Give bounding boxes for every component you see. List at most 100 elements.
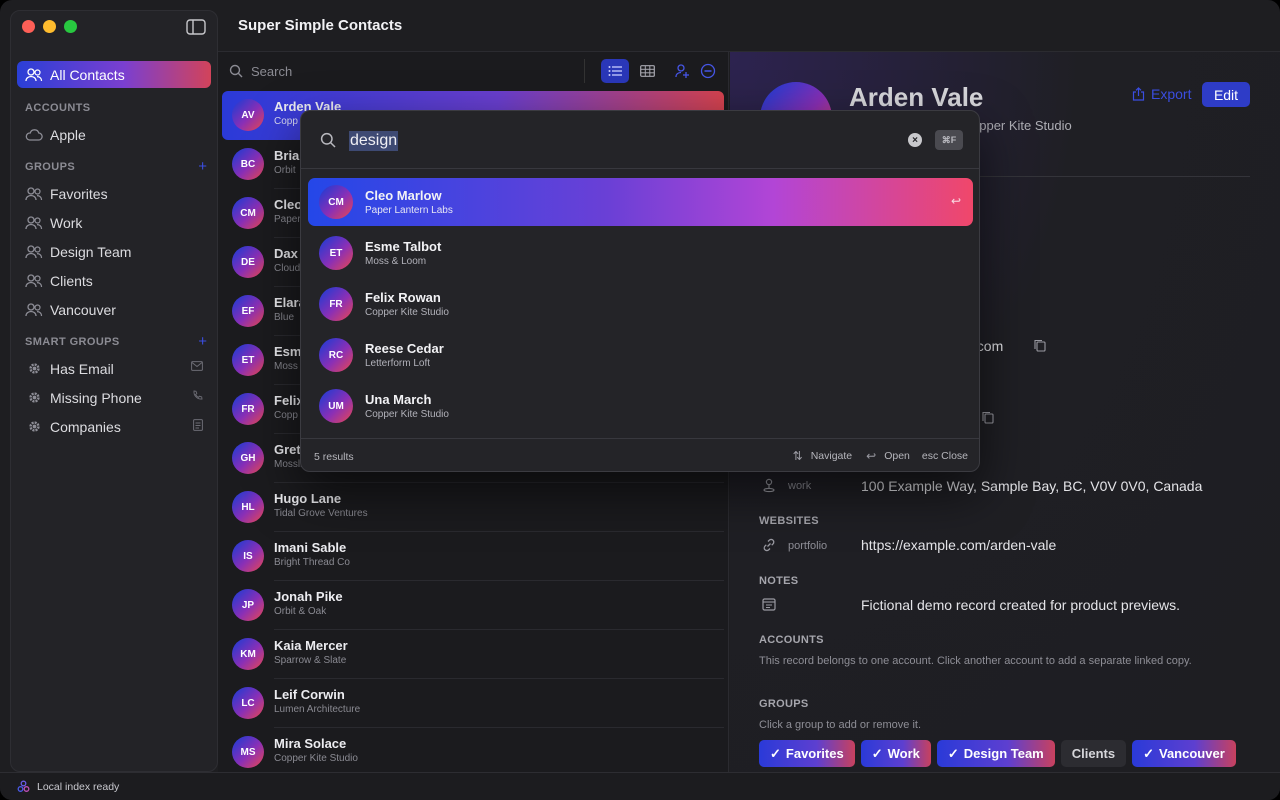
search-result[interactable]: UM Una March Copper Kite Studio (308, 382, 973, 430)
avatar: FR (319, 287, 353, 321)
sidebar-toggle-icon[interactable] (186, 19, 206, 35)
group-chip-work[interactable]: ✓ Work (860, 740, 931, 767)
contact-row[interactable]: IS Imani Sable Bright Thread Co (222, 532, 724, 581)
address-value[interactable]: 100 Example Way, Sample Bay, BC, V0V 0V0… (861, 478, 1202, 494)
group-chip-vancouver[interactable]: ✓ Vancouver (1132, 740, 1236, 767)
quick-search-palette: design × ⌘F CM Cleo Marlow Paper Lantern… (300, 110, 980, 472)
minimize-window-button[interactable] (43, 20, 56, 33)
add-contact-icon[interactable] (674, 63, 690, 79)
search-result[interactable]: FR Felix Rowan Copper Kite Studio (308, 280, 973, 328)
search-icon (320, 132, 336, 148)
clear-search-icon[interactable]: × (908, 133, 922, 147)
copy-icon[interactable] (982, 411, 994, 424)
sidebar-item-clients[interactable]: Clients (17, 267, 211, 294)
add-group-icon[interactable]: + (198, 158, 207, 175)
detail-company: opper Kite Studio (972, 118, 1072, 133)
search-input[interactable]: Search (251, 64, 292, 79)
view-mode-switch (584, 59, 661, 83)
group-chip-label: Vancouver (1159, 746, 1225, 761)
sidebar-item-work[interactable]: Work (17, 209, 211, 236)
group-chip-label: Work (887, 746, 920, 761)
contact-name: Imani Sable (274, 540, 347, 555)
avatar: RC (319, 338, 353, 372)
app-title: Super Simple Contacts (238, 17, 403, 34)
export-button[interactable]: Export (1132, 86, 1191, 102)
avatar: FR (232, 393, 264, 425)
result-company: Moss & Loom (365, 256, 427, 267)
contact-row[interactable]: LC Leif Corwin Lumen Architecture (222, 679, 724, 728)
list-icon (608, 66, 622, 76)
return-key-icon: ↩ (950, 194, 961, 208)
contact-row[interactable]: KM Kaia Mercer Sparrow & Slate (222, 630, 724, 679)
contact-company: Blue (274, 312, 295, 323)
sidebar-item-apple[interactable]: Apple (17, 121, 211, 148)
avatar: DE (232, 246, 264, 278)
map-pin-icon (763, 478, 775, 493)
result-count: 5 results (314, 451, 354, 463)
accounts-header: ACCOUNTS (759, 634, 824, 646)
palette-search-input[interactable]: design (349, 131, 399, 151)
result-company: Copper Kite Studio (365, 307, 449, 318)
document-icon (193, 419, 203, 434)
search-result[interactable]: ET Esme Talbot Moss & Loom (308, 229, 973, 277)
window-controls (22, 20, 77, 33)
group-chip-favorites[interactable]: ✓ Favorites (759, 740, 855, 767)
sidebar-item-favorites[interactable]: Favorites (17, 180, 211, 207)
contact-company: Copp (274, 410, 298, 421)
contact-name: Kaia Mercer (274, 638, 348, 653)
close-hint[interactable]: esc Close (922, 450, 968, 462)
return-icon: ↩ (866, 449, 877, 463)
copy-icon[interactable] (1034, 339, 1046, 352)
sidebar-item-design-team[interactable]: Design Team (17, 238, 211, 265)
contact-search-bar[interactable]: Search (218, 52, 729, 90)
navigate-hint: Navigate (810, 450, 853, 462)
contact-row[interactable]: HL Hugo Lane Tidal Grove Ventures (222, 483, 724, 532)
result-name: Cleo Marlow (365, 188, 442, 203)
close-window-button[interactable] (22, 20, 35, 33)
edit-button[interactable]: Edit (1202, 82, 1250, 107)
avatar: AV (232, 99, 264, 131)
groups-note: Click a group to add or remove it. (759, 719, 922, 731)
add-smart-group-icon[interactable]: + (198, 333, 207, 350)
more-icon[interactable] (700, 63, 716, 79)
group-chip-design-team[interactable]: ✓ Design Team (936, 740, 1055, 767)
contact-company: Paper (274, 214, 301, 225)
keyboard-hints: ⇅ Navigate ↩ Open esc Close (793, 449, 968, 463)
search-result[interactable]: RC Reese Cedar Letterform Loft (308, 331, 973, 379)
website-value[interactable]: https://example.com/arden-vale (861, 537, 1056, 553)
sidebar-item-all-contacts[interactable]: All Contacts (17, 61, 211, 88)
status-text: Local index ready (37, 781, 120, 793)
sidebar-item-vancouver[interactable]: Vancouver (17, 296, 211, 323)
result-company: Copper Kite Studio (365, 409, 449, 420)
sidebar-item-companies[interactable]: Companies (17, 413, 211, 440)
contact-name: Leif Corwin (274, 687, 345, 702)
palette-search-bar[interactable]: design × ⌘F (301, 111, 979, 169)
contact-name: Jonah Pike (274, 589, 343, 604)
contact-row[interactable]: MS Mira Solace Copper Kite Studio (222, 728, 724, 777)
list-view-button[interactable] (601, 59, 629, 83)
phone-icon (192, 390, 203, 404)
result-name: Reese Cedar (365, 341, 444, 356)
note-value[interactable]: Fictional demo record created for produc… (861, 597, 1180, 613)
avatar: ET (319, 236, 353, 270)
table-view-button[interactable] (633, 59, 661, 83)
search-result[interactable]: CM Cleo Marlow Paper Lantern Labs ↩ (308, 178, 973, 226)
contact-row[interactable]: JP Jonah Pike Orbit & Oak (222, 581, 724, 630)
sidebar-item-missing-phone[interactable]: Missing Phone (17, 384, 211, 411)
sidebar: All Contacts ACCOUNTS Apple GROUPS + Fav… (10, 10, 218, 772)
group-chip-clients[interactable]: Clients (1060, 740, 1127, 767)
zoom-window-button[interactable] (64, 20, 77, 33)
contact-company: Copper Kite Studio (274, 753, 358, 764)
check-icon: ✓ (871, 745, 883, 761)
contact-name: Cleo (274, 197, 303, 212)
check-icon: ✓ (1143, 745, 1154, 761)
sidebar-item-label: All Contacts (50, 66, 125, 83)
avatar: BC (232, 148, 264, 180)
envelope-icon (191, 361, 203, 374)
result-company: Paper Lantern Labs (365, 205, 453, 216)
contact-name: Mira Solace (274, 736, 347, 751)
address-label: work (788, 480, 812, 492)
group-chips: ✓ Favorites ✓ Work ✓ Design Team Clients ✓ V… (759, 740, 1236, 767)
people-icon (25, 215, 43, 231)
sidebar-item-has-email[interactable]: Has Email (17, 355, 211, 382)
